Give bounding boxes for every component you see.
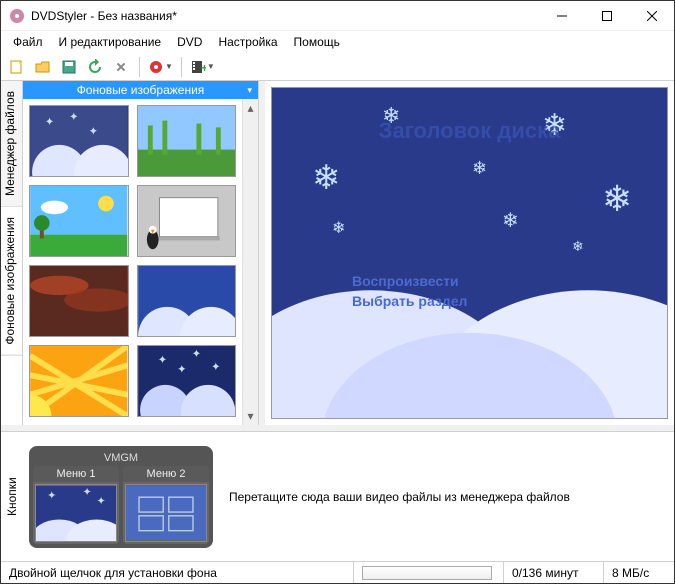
open-button[interactable]	[33, 57, 53, 77]
menubar: Файл И редактирование DVD Настройка Помо…	[1, 31, 674, 53]
tab-file-manager[interactable]: Менеджер файлов	[1, 81, 22, 207]
bg-thumb[interactable]: ✦ ✦ ✦ ✦	[137, 345, 237, 417]
chevron-down-icon: ▼	[165, 62, 173, 71]
side-tabs: Менеджер файлов Фоновые изображения	[1, 81, 23, 425]
bg-thumb[interactable]	[137, 105, 237, 177]
menu-edit[interactable]: И редактирование	[51, 33, 170, 51]
bottom-tabs: Кнопки	[1, 432, 23, 561]
app-icon	[9, 8, 25, 24]
menu-card-1[interactable]: Меню 1 ✦ ✦ ✦	[33, 466, 119, 544]
burn-button[interactable]: ▼	[148, 59, 173, 75]
snowflake-icon: ❄	[472, 158, 487, 179]
minimize-button[interactable]	[539, 1, 584, 30]
new-button[interactable]	[7, 57, 27, 77]
maximize-button[interactable]	[584, 1, 629, 30]
menu-card-label: Меню 1	[33, 466, 119, 482]
svg-text:✦: ✦	[211, 360, 221, 373]
window-title: DVDStyler - Без названия*	[31, 9, 539, 23]
save-button[interactable]	[59, 57, 79, 77]
tab-backgrounds[interactable]: Фоновые изображения	[1, 207, 22, 356]
app-window: DVDStyler - Без названия* Файл И редакти…	[0, 0, 675, 584]
bg-thumb[interactable]	[29, 185, 129, 257]
status-rate: 8 МБ/с	[604, 562, 674, 583]
status-time: 0/136 минут	[504, 562, 604, 583]
menus-strip: VMGM Меню 1 ✦ ✦ ✦ Меню 2 Перетащите сюда в…	[23, 432, 674, 561]
toolbar-separator	[139, 57, 140, 77]
bg-thumb[interactable]	[29, 345, 129, 417]
snowflake-icon: ❄	[312, 158, 341, 198]
menu-file[interactable]: Файл	[5, 33, 51, 51]
panel-header-label: Фоновые изображения	[77, 83, 205, 97]
main-body: Менеджер файлов Фоновые изображения Фоно…	[1, 81, 674, 425]
svg-text:✦: ✦	[96, 495, 105, 507]
refresh-button[interactable]	[85, 57, 105, 77]
menu-settings[interactable]: Настройка	[210, 33, 285, 51]
status-progress	[354, 562, 504, 583]
chevron-down-icon: ▼	[207, 62, 215, 71]
svg-text:+: +	[201, 61, 206, 75]
svg-text:✦: ✦	[157, 354, 167, 367]
svg-text:✦: ✦	[177, 363, 187, 376]
svg-text:✦: ✦	[191, 348, 201, 361]
bg-thumb[interactable]: ✦ ✦ ✦	[29, 105, 129, 177]
bg-thumb[interactable]	[137, 265, 237, 337]
preview-area: ❄ ❄ ❄ ❄ ❄ ❄ ❄ ❄ Заголовок диска Воспроиз…	[265, 81, 674, 425]
tab-buttons[interactable]: Кнопки	[1, 432, 23, 561]
close-button[interactable]	[629, 1, 674, 30]
progress-bar	[362, 566, 492, 580]
status-bar: Двойной щелчок для установки фона 0/136 …	[1, 561, 674, 583]
backgrounds-panel: Фоновые изображения ▾ ✦ ✦ ✦	[23, 81, 259, 425]
svg-text:✦: ✦	[88, 125, 98, 138]
add-media-button[interactable]: + ▼	[190, 59, 215, 75]
toolbar-separator	[181, 57, 182, 77]
bg-thumb[interactable]	[137, 185, 237, 257]
menu-card-2[interactable]: Меню 2	[123, 466, 209, 544]
disc-title[interactable]: Заголовок диска	[379, 118, 561, 144]
bottom-panel: Кнопки VMGM Меню 1 ✦ ✦ ✦ Меню 2 Перетащите…	[1, 431, 674, 561]
menu-item-play[interactable]: Воспроизвести	[352, 273, 459, 289]
menu-help[interactable]: Помощь	[286, 33, 348, 51]
thumbnails-scrollbar[interactable]: ▴▾	[242, 99, 258, 425]
svg-text:✦: ✦	[45, 115, 55, 128]
thumbnail-grid: ✦ ✦ ✦	[23, 99, 242, 425]
snowflake-icon: ❄	[572, 238, 584, 255]
menu-item-select[interactable]: Выбрать раздел	[352, 293, 467, 309]
chevron-down-icon: ▾	[247, 85, 252, 96]
scroll-up-icon[interactable]: ▴	[247, 101, 253, 115]
bg-thumb[interactable]	[29, 265, 129, 337]
panel-header[interactable]: Фоновые изображения ▾	[23, 81, 258, 99]
titlebar: DVDStyler - Без названия*	[1, 1, 674, 31]
menu-group-vmgm: VMGM Меню 1 ✦ ✦ ✦ Меню 2	[29, 446, 213, 548]
status-hint: Двойной щелчок для установки фона	[1, 562, 354, 583]
menu-canvas[interactable]: ❄ ❄ ❄ ❄ ❄ ❄ ❄ ❄ Заголовок диска Воспроиз…	[271, 87, 668, 419]
svg-text:✦: ✦	[83, 486, 92, 498]
menu-group-label: VMGM	[104, 450, 138, 466]
snowflake-icon: ❄	[332, 218, 345, 238]
svg-text:✦: ✦	[47, 490, 56, 502]
settings-icon[interactable]	[111, 57, 131, 77]
menu-dvd[interactable]: DVD	[169, 33, 210, 51]
snowflake-icon: ❄	[502, 208, 519, 233]
toolbar: ▼ + ▼	[1, 53, 674, 81]
scroll-down-icon[interactable]: ▾	[247, 409, 253, 423]
svg-text:✦: ✦	[69, 111, 79, 124]
menu-card-label: Меню 2	[123, 466, 209, 482]
drop-hint: Перетащите сюда ваши видео файлы из мене…	[223, 490, 668, 504]
snowflake-icon: ❄	[602, 178, 632, 220]
